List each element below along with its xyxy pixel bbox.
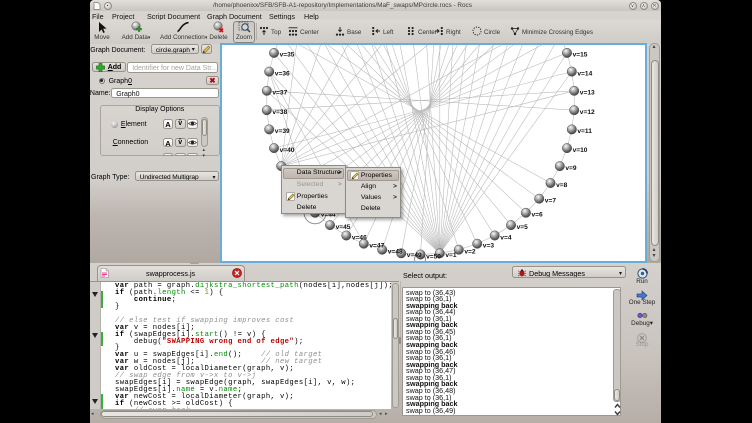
svg-text:v=14: v=14 [577,70,592,77]
svg-text:v=4: v=4 [500,234,512,241]
svg-text:v=37: v=37 [272,89,287,96]
svg-text:v=46: v=46 [351,234,366,241]
svg-text:v=35: v=35 [279,51,294,58]
svg-text:v=3: v=3 [482,242,494,249]
svg-text:v=45: v=45 [335,223,350,230]
svg-text:v=47: v=47 [369,242,384,249]
svg-text:v=38: v=38 [272,109,287,116]
svg-text:v=8: v=8 [556,181,568,188]
svg-text:v=36: v=36 [274,70,289,77]
svg-text:v=12: v=12 [579,109,594,116]
svg-text:v=10: v=10 [572,146,587,153]
svg-text:v=6: v=6 [531,211,543,218]
svg-text:v=1: v=1 [445,252,457,259]
svg-text:v=13: v=13 [579,89,594,96]
svg-text:v=11: v=11 [577,128,592,135]
svg-text:v=5: v=5 [516,223,528,230]
svg-text:v=15: v=15 [572,51,587,58]
svg-text:v=7: v=7 [544,197,556,204]
svg-text:v=9: v=9 [565,164,577,171]
svg-text:v=39: v=39 [274,128,289,135]
svg-text:v=49: v=49 [406,252,421,259]
svg-text:v=2: v=2 [464,248,476,255]
svg-text:v=40: v=40 [279,146,294,153]
svg-text:v=48: v=48 [387,248,402,255]
svg-text:v=50: v=50 [426,253,441,260]
